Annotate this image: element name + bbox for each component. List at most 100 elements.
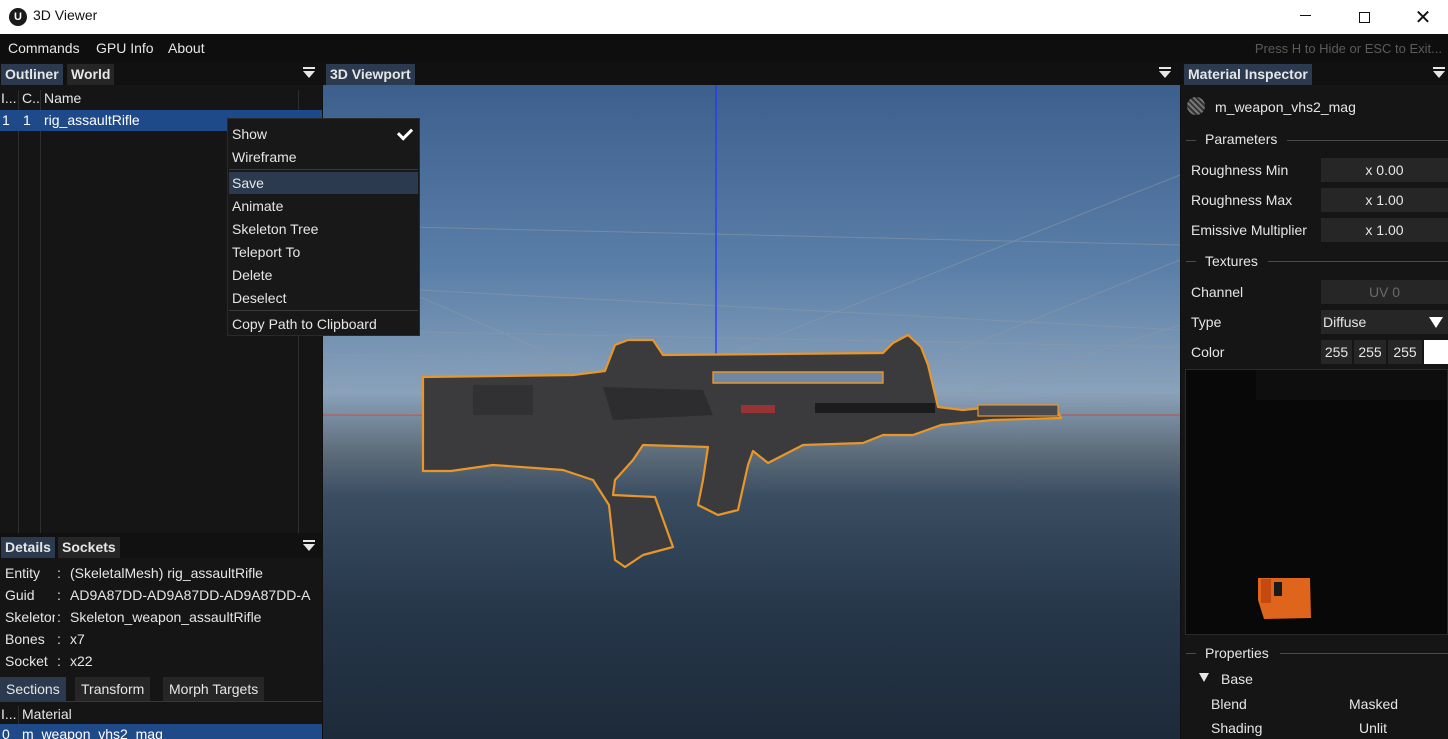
checkmark-icon — [396, 124, 414, 141]
tab-3d-viewport[interactable]: 3D Viewport — [326, 64, 415, 85]
properties-heading: Properties — [1205, 645, 1269, 661]
menu-item-animate[interactable]: Animate — [229, 195, 418, 217]
menu-item-delete[interactable]: Delete — [229, 264, 418, 286]
shading-value[interactable]: Unlit — [1359, 720, 1387, 736]
tab-material-inspector[interactable]: Material Inspector — [1184, 64, 1312, 85]
viewport-panel: 3D Viewport — [323, 61, 1180, 739]
tab-details[interactable]: Details — [1, 537, 55, 558]
menu-item-deselect[interactable]: Deselect — [229, 287, 418, 309]
minimize-icon — [1299, 14, 1311, 16]
column-index[interactable]: I... — [1, 90, 17, 110]
texture-image — [1186, 370, 1447, 634]
field-value-entity: (SkeletalMesh) rig_assaultRifle — [70, 565, 263, 581]
menu-item-wireframe[interactable]: Wireframe — [229, 146, 418, 168]
column-name[interactable]: Name — [44, 90, 81, 110]
details-menu-icon[interactable] — [303, 540, 315, 552]
blend-label: Blend — [1211, 696, 1247, 712]
column-section-index[interactable]: I... — [1, 706, 17, 722]
row-index: 1 — [2, 112, 10, 128]
window-title: 3D Viewer — [33, 7, 98, 23]
type-select[interactable]: Diffuse — [1321, 310, 1448, 334]
column-count[interactable]: C... — [22, 90, 40, 110]
field-value-socket: x22 — [70, 653, 93, 669]
maximize-icon — [1358, 11, 1370, 23]
blend-value[interactable]: Masked — [1349, 696, 1398, 712]
color-swatch[interactable] — [1424, 340, 1448, 364]
close-button[interactable]: ✕ — [1393, 0, 1448, 34]
type-select-value: Diffuse — [1323, 314, 1367, 330]
title-bar: U 3D Viewer ✕ — [0, 0, 1448, 34]
parameters-heading: Parameters — [1205, 131, 1278, 147]
menu-item-teleport-to[interactable]: Teleport To — [229, 241, 418, 263]
context-menu: Show Wireframe Save Animate Skeleton Tre… — [227, 118, 420, 336]
tab-outliner[interactable]: Outliner — [1, 64, 63, 85]
column-material[interactable]: Material — [22, 706, 72, 722]
menu-commands[interactable]: Commands — [8, 40, 80, 56]
field-key-guid: Guid — [5, 587, 35, 603]
minimize-button[interactable] — [1275, 0, 1335, 34]
row-count: 1 — [23, 112, 31, 128]
roughness-min-field[interactable]: x 0.00 — [1321, 158, 1448, 182]
menu-item-copy-path[interactable]: Copy Path to Clipboard — [229, 313, 418, 335]
collapse-arrow-icon[interactable] — [1199, 673, 1209, 682]
color-b-field[interactable]: 255 — [1388, 340, 1422, 364]
tab-sockets[interactable]: Sockets — [58, 537, 120, 558]
shading-label: Shading — [1211, 720, 1263, 736]
param-label-emissive: Emissive Multiplier — [1191, 222, 1307, 238]
subtab-morph-targets[interactable]: Morph Targets — [163, 677, 265, 701]
exit-hint: Press H to Hide or ESC to Exit... — [1254, 41, 1442, 56]
field-key-entity: Entity — [5, 565, 41, 581]
inspector-tab-header: Material Inspector — [1181, 61, 1448, 85]
field-key-bones: Bones — [5, 631, 45, 647]
channel-field[interactable]: UV 0 — [1321, 280, 1448, 304]
viewport-menu-icon[interactable] — [1159, 67, 1171, 79]
material-name: m_weapon_vhs2_mag — [1215, 99, 1356, 115]
outliner-tab-header: Outliner World — [0, 61, 322, 85]
emissive-multiplier-field[interactable]: x 1.00 — [1321, 218, 1448, 242]
roughness-max-field[interactable]: x 1.00 — [1321, 188, 1448, 212]
color-label: Color — [1191, 344, 1225, 360]
inspector-menu-icon[interactable] — [1433, 67, 1445, 79]
row-name: rig_assaultRifle — [44, 112, 140, 128]
menu-gpu-info[interactable]: GPU Info — [96, 40, 154, 56]
base-group-label[interactable]: Base — [1221, 671, 1253, 687]
subtab-sections[interactable]: Sections — [0, 677, 66, 701]
field-value-guid: AD9A87DD-AD9A87DD-AD9A87DD-A — [70, 587, 311, 603]
menu-item-show-label: Show — [232, 126, 268, 142]
menu-item-show[interactable]: Show — [229, 123, 418, 145]
param-label-roughness-max: Roughness Max — [1191, 192, 1293, 208]
viewport-canvas[interactable] — [323, 85, 1180, 739]
field-value-bones: x7 — [70, 631, 85, 647]
section-row[interactable]: 0 m_weapon_vhs2_mag — [0, 724, 322, 739]
channel-label: Channel — [1191, 284, 1244, 300]
field-value-skeleton: Skeleton_weapon_assaultRifle — [70, 609, 262, 625]
material-inspector-panel: Material Inspector m_weapon_vhs2_mag Par… — [1181, 61, 1448, 739]
section-row-material: m_weapon_vhs2_mag — [22, 726, 163, 739]
menu-item-skeleton-tree[interactable]: Skeleton Tree — [229, 218, 418, 240]
tab-world[interactable]: World — [67, 64, 115, 85]
subtab-transform[interactable]: Transform — [75, 677, 151, 701]
close-icon: ✕ — [1414, 6, 1432, 29]
unreal-logo-icon: U — [9, 8, 27, 26]
maximize-button[interactable] — [1334, 0, 1394, 34]
param-label-roughness-min: Roughness Min — [1191, 162, 1289, 178]
rifle-model — [421, 333, 1063, 569]
menu-item-save[interactable]: Save — [229, 172, 418, 194]
outliner-menu-icon[interactable] — [303, 67, 315, 79]
field-key-skeleton: Skeleton — [5, 609, 55, 625]
dropdown-arrow-icon — [1429, 317, 1443, 328]
menu-about[interactable]: About — [168, 40, 205, 56]
scene-render — [323, 85, 1180, 569]
viewport-tab-header: 3D Viewport — [323, 61, 1180, 85]
type-label: Type — [1191, 314, 1222, 330]
field-key-socket: Socket — [5, 653, 48, 669]
texture-preview — [1185, 369, 1448, 635]
details-panel: Details Sockets Entity : (SkeletalMesh) … — [0, 534, 322, 739]
details-tab-header: Details Sockets — [0, 534, 322, 558]
color-g-field[interactable]: 255 — [1354, 340, 1386, 364]
section-row-index: 0 — [2, 726, 10, 739]
material-sphere-icon — [1187, 97, 1205, 115]
menu-bar: Commands GPU Info About Press H to Hide … — [0, 34, 1448, 61]
color-r-field[interactable]: 255 — [1321, 340, 1352, 364]
textures-heading: Textures — [1205, 253, 1258, 269]
